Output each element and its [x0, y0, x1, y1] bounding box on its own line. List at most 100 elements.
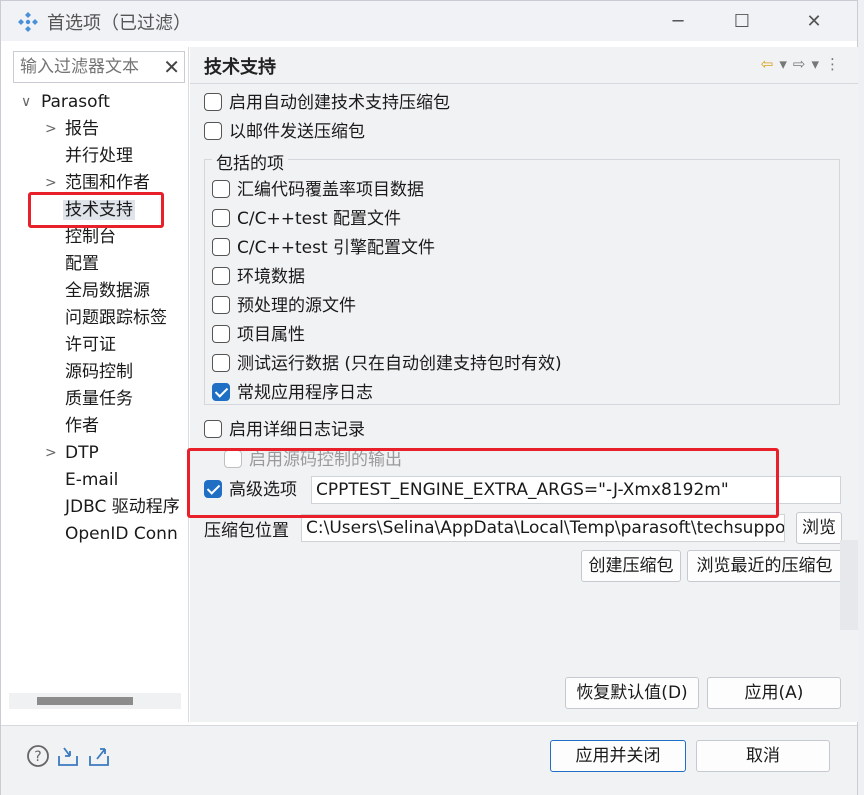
tree-item-label: JDBC 驱动程序 [65, 497, 180, 517]
checkbox-box[interactable] [212, 296, 230, 314]
tree-item-parallel[interactable]: 并行处理 [65, 143, 133, 170]
advanced-options-checkbox[interactable]: 高级选项 [204, 477, 297, 503]
browse-button[interactable]: 浏览 [796, 512, 842, 544]
forward-arrow-icon[interactable]: ⇨ [793, 55, 806, 73]
checkbox-box[interactable] [204, 420, 222, 438]
checkbox-box-checked[interactable] [204, 480, 222, 498]
back-menu-icon[interactable]: ▾ [779, 55, 787, 73]
item-config-files[interactable]: C/C++test 配置文件 [212, 206, 401, 232]
item-app-logs[interactable]: 常规应用程序日志 [212, 380, 373, 406]
restore-defaults-button[interactable]: 恢复默认值(D) [565, 677, 699, 709]
group-title: 包括的项 [212, 149, 288, 174]
auto-create-checkbox[interactable]: 启用自动创建技术支持压缩包 [204, 90, 450, 116]
checkbox-label: 启用详细日志记录 [229, 420, 365, 440]
checkbox-box[interactable] [212, 325, 230, 343]
scrollbar-thumb[interactable] [37, 697, 133, 705]
minimize-button[interactable]: ─ [655, 7, 701, 37]
page-nav: ⇦ ▾ ⇨ ▾ ⋮ [755, 55, 840, 73]
preference-tree-pane: ✕ ∨ Parasoft > 报告 并行处理 > 范围和作者 技术支持 控制台 [9, 47, 189, 722]
tree-item-global-data-sources[interactable]: 全局数据源 [65, 278, 150, 305]
advanced-options-input[interactable]: CPPTEST_ENGINE_EXTRA_ARGS="-J-Xmx8192m" [311, 476, 841, 504]
export-icon[interactable] [87, 744, 111, 768]
tree-item-issue-tracking-tags[interactable]: 问题跟踪标签 [65, 305, 167, 332]
checkbox-box[interactable] [212, 267, 230, 285]
tree-item-label: 作者 [65, 416, 99, 436]
clear-filter-icon[interactable]: ✕ [163, 55, 180, 79]
filter-input[interactable] [14, 52, 150, 82]
checkbox-box[interactable] [204, 93, 222, 111]
item-environment-data[interactable]: 环境数据 [212, 264, 305, 290]
checkbox-label: 启用源码控制的输出 [249, 450, 402, 470]
checkbox-label: 高级选项 [229, 480, 297, 500]
tree-item-label: 技术支持 [63, 200, 135, 220]
checkbox-label: 测试运行数据 (只在自动创建支持包时有效) [237, 354, 562, 374]
more-options-icon[interactable]: ⋮ [825, 55, 840, 73]
checkbox-label: 常规应用程序日志 [237, 383, 373, 403]
tree-item-email[interactable]: E-mail [65, 467, 118, 494]
item-engine-config-files[interactable]: C/C++test 引擎配置文件 [212, 235, 435, 261]
checkbox-label: 以邮件发送压缩包 [229, 122, 365, 142]
svg-text:?: ? [34, 749, 41, 765]
tree-item-label: 配置 [65, 254, 99, 274]
help-icon[interactable]: ? [26, 744, 50, 768]
apply-and-close-button[interactable]: 应用并关闭 [550, 740, 686, 772]
preference-tree: ∨ Parasoft > 报告 并行处理 > 范围和作者 技术支持 控制台 配置 [9, 87, 189, 687]
chevron-down-icon[interactable]: ∨ [21, 89, 35, 116]
checkbox-box[interactable] [212, 354, 230, 372]
title-separator [190, 83, 858, 84]
filter-box: ✕ [13, 51, 185, 83]
item-preprocessed-sources[interactable]: 预处理的源文件 [212, 293, 356, 319]
chevron-right-icon[interactable]: > [45, 440, 59, 467]
tree-item-label: 全局数据源 [65, 281, 150, 301]
checkbox-box[interactable] [212, 238, 230, 256]
title-bar: 首选项（已过滤） ─ ☐ ✕ [1, 1, 857, 41]
forward-menu-icon[interactable]: ▾ [811, 55, 819, 73]
checkbox-label: 项目属性 [237, 325, 305, 345]
checkbox-box[interactable] [212, 209, 230, 227]
checkbox-label: C/C++test 引擎配置文件 [237, 238, 436, 258]
tree-item-label: 质量任务 [65, 389, 133, 409]
item-assembly-coverage[interactable]: 汇编代码覆盖率项目数据 [212, 177, 424, 203]
tree-horizontal-scrollbar[interactable] [9, 693, 181, 709]
tree-item-console[interactable]: 控制台 [65, 224, 116, 251]
preference-page: 技术支持 ⇦ ▾ ⇨ ▾ ⋮ 启用自动创建技术支持压缩包 以邮件发送压缩包 包括的项 汇… [190, 47, 858, 722]
checkbox-label: 环境数据 [237, 267, 305, 287]
close-button[interactable]: ✕ [791, 7, 837, 37]
checkbox-label: 启用自动创建技术支持压缩包 [229, 93, 450, 113]
tree-item-label: 许可证 [65, 335, 116, 355]
tree-item-license[interactable]: 许可证 [65, 332, 116, 359]
email-archive-checkbox[interactable]: 以邮件发送压缩包 [204, 119, 365, 145]
apply-button[interactable]: 应用(A) [707, 677, 841, 709]
tree-item-label: 并行处理 [65, 146, 133, 166]
tree-item-label: Parasoft [41, 92, 110, 112]
tree-item-openid[interactable]: OpenID Conn [65, 521, 178, 548]
checkbox-box[interactable] [204, 122, 222, 140]
chevron-right-icon[interactable]: > [45, 116, 59, 143]
archive-location-label: 压缩包位置 [204, 521, 289, 541]
archive-location-input[interactable]: C:\Users\Selina\AppData\Local\Temp\paras… [301, 514, 785, 542]
item-test-run-data[interactable]: 测试运行数据 (只在自动创建支持包时有效) [212, 351, 562, 377]
background-window-fragment [840, 540, 858, 630]
checkbox-box[interactable] [212, 180, 230, 198]
tree-item-source-control[interactable]: 源码控制 [65, 359, 133, 386]
tree-item-label: E-mail [65, 470, 119, 490]
tree-item-quality-tasks[interactable]: 质量任务 [65, 386, 133, 413]
tree-item-jdbc-drivers[interactable]: JDBC 驱动程序 [65, 494, 180, 521]
create-archive-button[interactable]: 创建压缩包 [581, 550, 681, 582]
item-project-properties[interactable]: 项目属性 [212, 322, 305, 348]
browse-recent-archives-button[interactable]: 浏览最近的压缩包 [687, 550, 842, 582]
tree-item-configuration[interactable]: 配置 [65, 251, 99, 278]
verbose-logging-checkbox[interactable]: 启用详细日志记录 [204, 417, 365, 443]
dialog-footer: ? 应用并关闭 取消 [1, 725, 857, 795]
chevron-right-icon[interactable]: > [45, 170, 59, 197]
import-icon[interactable] [56, 744, 80, 768]
app-logo-icon [18, 12, 38, 32]
tree-item-label: 问题跟踪标签 [65, 308, 167, 328]
tree-item-tech-support[interactable]: 技术支持 [63, 197, 135, 224]
cancel-button[interactable]: 取消 [696, 740, 830, 772]
checkbox-box [224, 450, 242, 468]
back-arrow-icon[interactable]: ⇦ [761, 55, 774, 73]
tree-item-authors[interactable]: 作者 [65, 413, 99, 440]
maximize-button[interactable]: ☐ [719, 7, 765, 37]
checkbox-box-checked[interactable] [212, 383, 230, 401]
